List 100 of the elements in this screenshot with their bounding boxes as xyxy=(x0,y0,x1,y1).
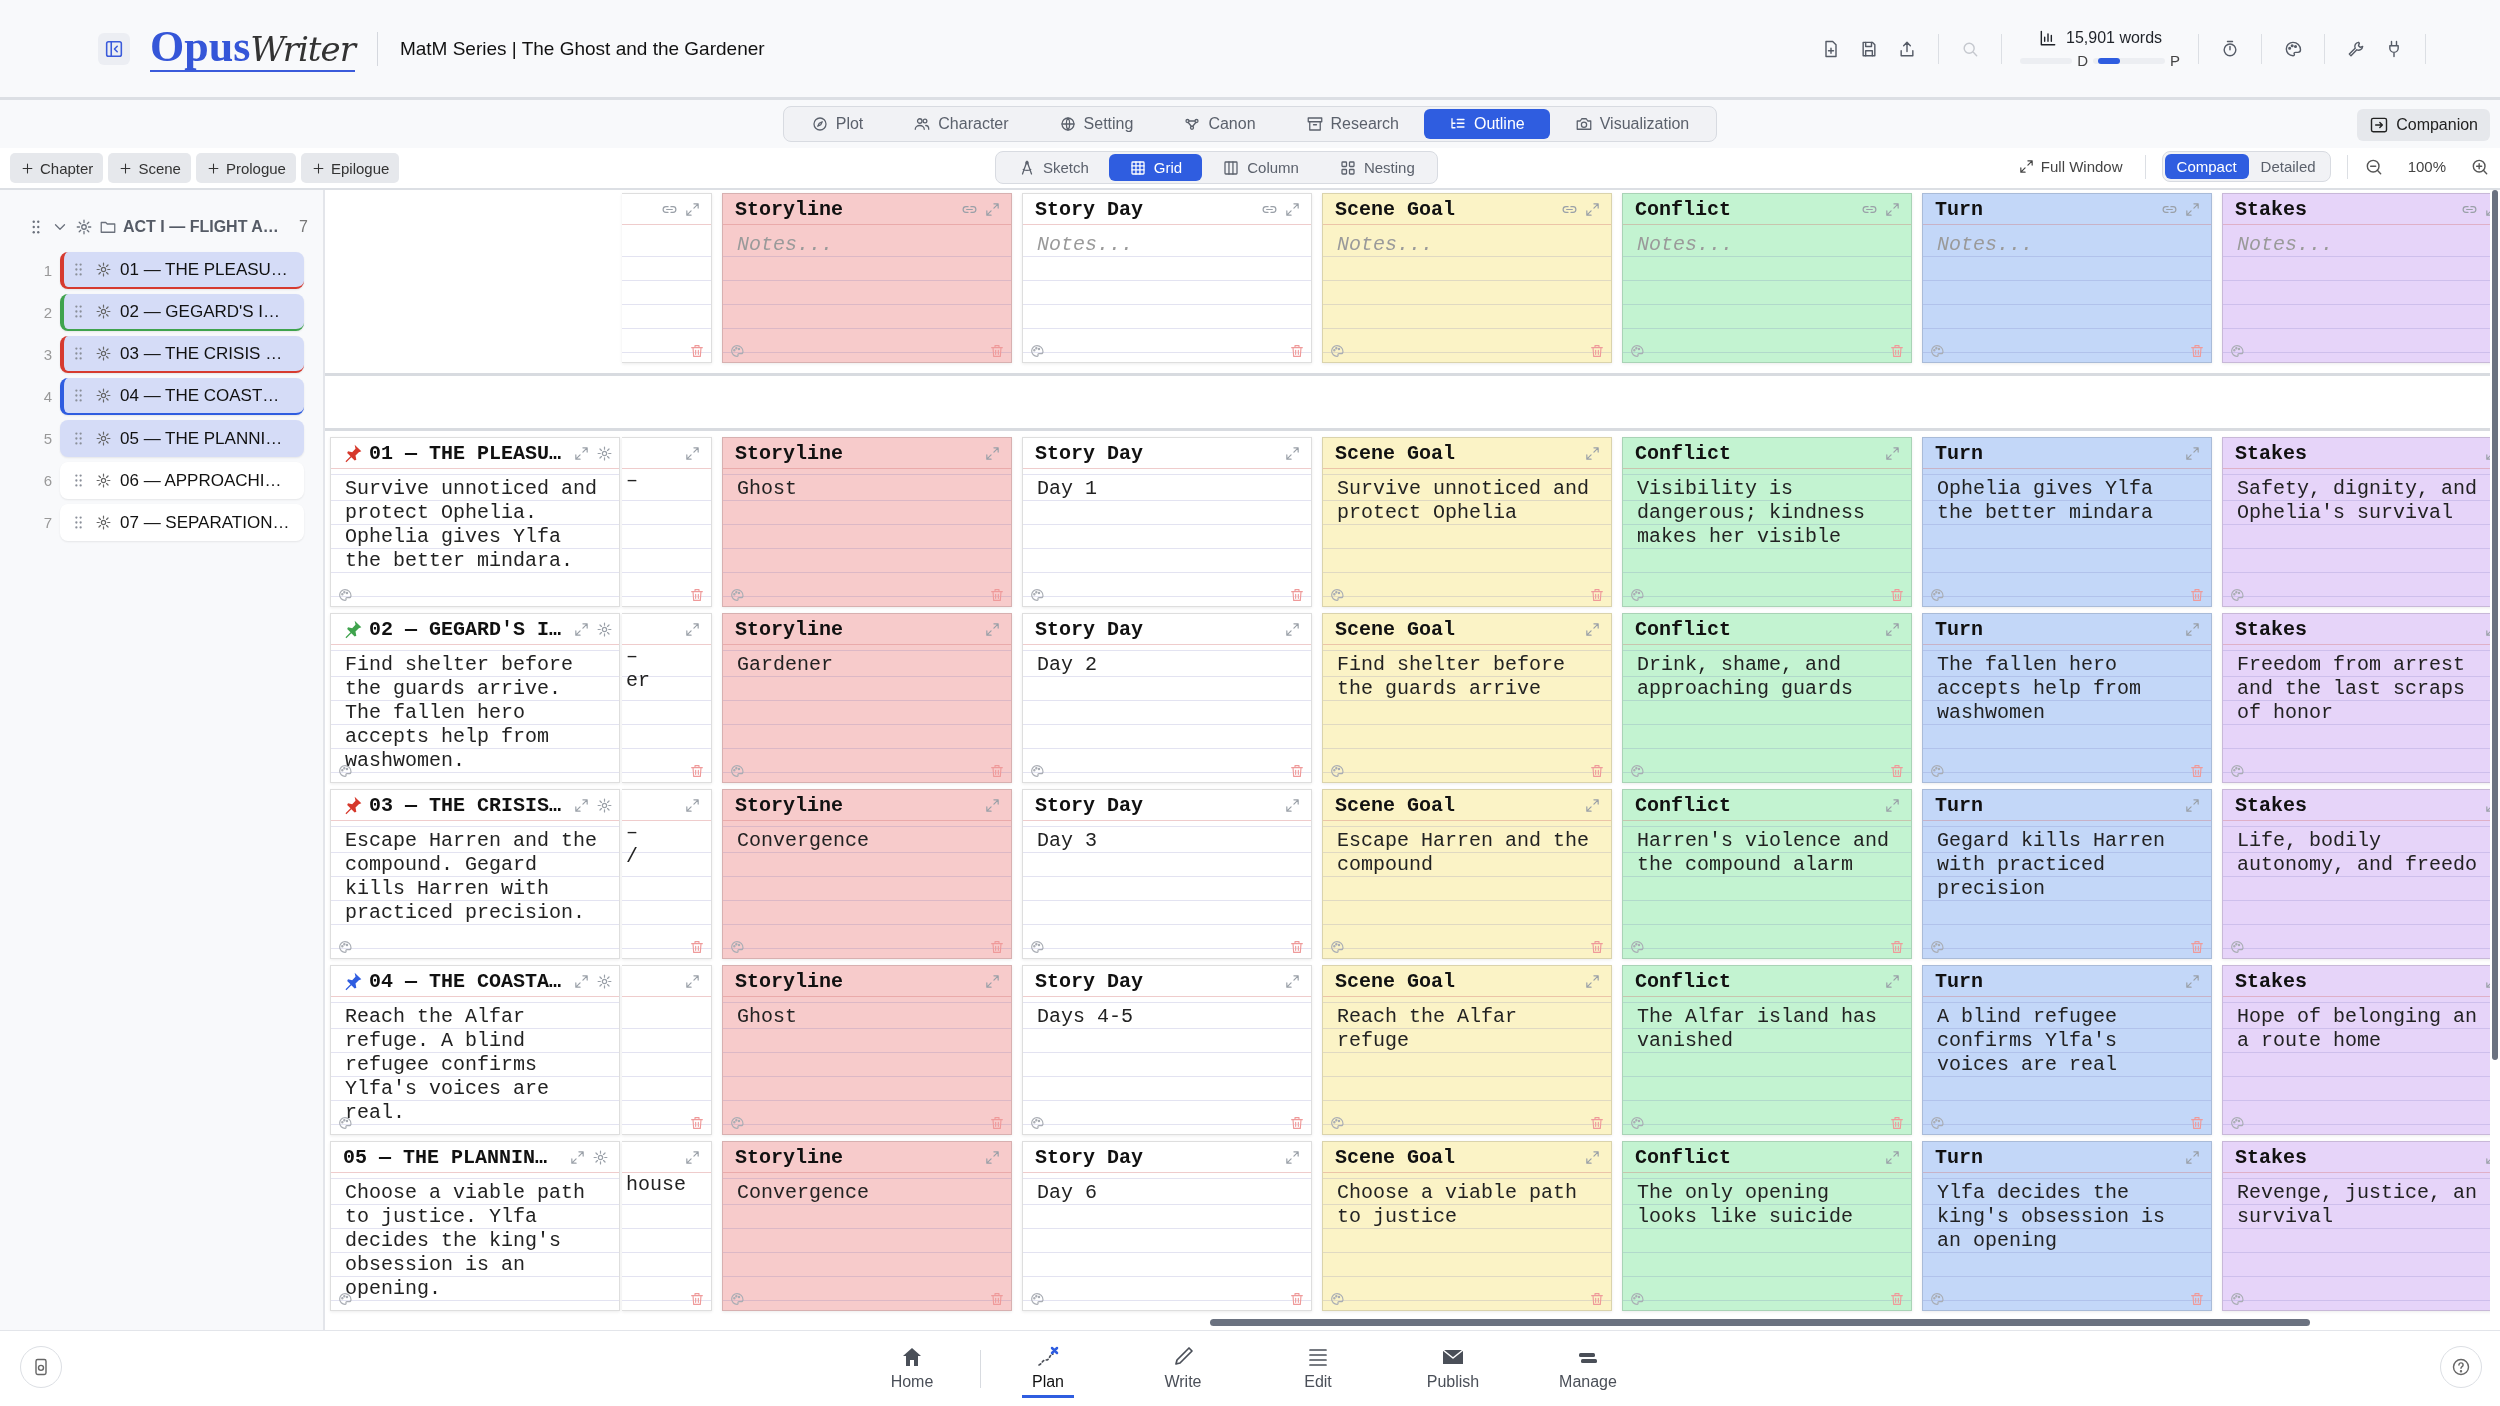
trash-icon[interactable] xyxy=(1889,1291,1905,1307)
expand-icon[interactable] xyxy=(984,1148,1001,1166)
act-title[interactable]: ACT I — FLIGHT A… xyxy=(123,218,293,236)
gear-icon[interactable] xyxy=(592,1148,609,1166)
trash-icon[interactable] xyxy=(689,939,705,955)
scene-item[interactable]: 03 — THE CRISIS … xyxy=(60,336,304,373)
expand-icon[interactable] xyxy=(1884,796,1901,814)
trash-icon[interactable] xyxy=(689,763,705,779)
add-button[interactable]: Scene xyxy=(108,153,191,183)
expand-icon[interactable] xyxy=(1584,796,1601,814)
expand-icon[interactable] xyxy=(1284,200,1301,218)
note-card[interactable]: Scene Goal Notes... xyxy=(1322,193,1612,363)
expand-icon[interactable] xyxy=(984,444,1001,462)
expand-icon[interactable] xyxy=(684,796,701,814)
expand-icon[interactable] xyxy=(2184,200,2201,218)
trash-icon[interactable] xyxy=(1289,763,1305,779)
scene-item[interactable]: 01 — THE PLEASU… xyxy=(60,252,304,289)
view-tab[interactable]: Nesting xyxy=(1318,154,1435,181)
trash-icon[interactable] xyxy=(689,343,705,359)
note-card[interactable]: Story Day Notes... xyxy=(1022,193,1312,363)
mode-tab[interactable]: Outline xyxy=(1424,109,1550,139)
note-card[interactable]: Conflict Notes... xyxy=(1622,193,1912,363)
expand-icon[interactable] xyxy=(2184,444,2201,462)
nav-item[interactable]: Plan xyxy=(980,1339,1116,1398)
density-tab[interactable]: Compact xyxy=(2164,154,2249,179)
gear-icon[interactable] xyxy=(75,218,93,236)
trash-icon[interactable] xyxy=(2189,343,2205,359)
trash-icon[interactable] xyxy=(2189,1115,2205,1131)
trash-icon[interactable] xyxy=(1589,343,1605,359)
expand-icon[interactable] xyxy=(984,972,1001,990)
trash-icon[interactable] xyxy=(1289,1291,1305,1307)
expand-icon[interactable] xyxy=(684,1148,701,1166)
expand-icon[interactable] xyxy=(1284,1148,1301,1166)
gear-icon[interactable] xyxy=(596,972,614,990)
trash-icon[interactable] xyxy=(1589,587,1605,603)
expand-icon[interactable] xyxy=(2184,620,2201,638)
expand-icon[interactable] xyxy=(684,620,701,638)
trash-icon[interactable] xyxy=(1889,343,1905,359)
scene-item[interactable]: 04 — THE COAST… xyxy=(60,378,304,415)
expand-icon[interactable] xyxy=(573,972,591,990)
expand-icon[interactable] xyxy=(2184,796,2201,814)
trash-icon[interactable] xyxy=(989,763,1005,779)
document-button[interactable] xyxy=(20,1346,62,1388)
expand-icon[interactable] xyxy=(1584,200,1601,218)
mode-tab[interactable]: Visualization xyxy=(1549,109,1715,139)
trash-icon[interactable] xyxy=(989,1291,1005,1307)
mode-tab[interactable]: Plot xyxy=(785,109,889,139)
trash-icon[interactable] xyxy=(2189,1291,2205,1307)
density-tab[interactable]: Detailed xyxy=(2248,154,2328,179)
note-card[interactable]: Turn Notes... xyxy=(1922,193,2212,363)
trash-icon[interactable] xyxy=(2189,763,2205,779)
trash-icon[interactable] xyxy=(1889,939,1905,955)
scene-item[interactable]: 02 — GEGARD'S I… xyxy=(60,294,304,331)
trash-icon[interactable] xyxy=(1289,939,1305,955)
add-button[interactable]: Prologue xyxy=(195,153,296,183)
nav-item[interactable]: Write xyxy=(1115,1339,1251,1398)
expand-icon[interactable] xyxy=(1584,1148,1601,1166)
trash-icon[interactable] xyxy=(1589,1115,1605,1131)
nav-item[interactable]: Manage xyxy=(1520,1339,1656,1398)
trash-icon[interactable] xyxy=(989,1115,1005,1131)
trash-icon[interactable] xyxy=(2189,939,2205,955)
expand-icon[interactable] xyxy=(684,972,701,990)
view-tab[interactable]: Column xyxy=(1202,154,1319,181)
expand-icon[interactable] xyxy=(1284,620,1301,638)
companion-button[interactable]: Companion xyxy=(2357,109,2490,141)
mode-tab[interactable]: Research xyxy=(1280,109,1424,139)
expand-icon[interactable] xyxy=(1884,1148,1901,1166)
nav-item[interactable]: Home xyxy=(844,1339,980,1398)
mode-tab[interactable]: Canon xyxy=(1158,109,1281,139)
trash-icon[interactable] xyxy=(989,939,1005,955)
view-tab[interactable]: Grid xyxy=(1108,154,1203,181)
view-tab[interactable]: Sketch xyxy=(998,154,1109,181)
trash-icon[interactable] xyxy=(689,1115,705,1131)
full-window-button[interactable]: Full Window xyxy=(2011,157,2129,176)
expand-icon[interactable] xyxy=(1584,972,1601,990)
expand-icon[interactable] xyxy=(1584,620,1601,638)
scrollbar[interactable] xyxy=(2492,190,2498,1060)
mode-tab[interactable]: Character xyxy=(888,109,1034,139)
expand-icon[interactable] xyxy=(984,200,1001,218)
trash-icon[interactable] xyxy=(1889,1115,1905,1131)
note-card[interactable]: Stakes Notes... xyxy=(2222,193,2490,363)
expand-icon[interactable] xyxy=(984,620,1001,638)
sidebar-toggle-button[interactable] xyxy=(98,32,130,65)
expand-icon[interactable] xyxy=(1284,796,1301,814)
expand-icon[interactable] xyxy=(1284,444,1301,462)
expand-icon[interactable] xyxy=(984,796,1001,814)
help-button[interactable] xyxy=(2440,1346,2482,1388)
trash-icon[interactable] xyxy=(689,1291,705,1307)
mode-tab[interactable]: Setting xyxy=(1033,109,1159,139)
add-button[interactable]: Epilogue xyxy=(300,153,400,183)
trash-icon[interactable] xyxy=(989,343,1005,359)
expand-icon[interactable] xyxy=(684,200,701,218)
note-card[interactable]: Storyline Notes... xyxy=(722,193,1012,363)
gear-icon[interactable] xyxy=(596,796,614,814)
gear-icon[interactable] xyxy=(596,620,614,638)
add-button[interactable]: Chapter xyxy=(10,153,104,183)
expand-icon[interactable] xyxy=(573,620,591,638)
trash-icon[interactable] xyxy=(1289,343,1305,359)
trash-icon[interactable] xyxy=(1589,763,1605,779)
trash-icon[interactable] xyxy=(1589,1291,1605,1307)
